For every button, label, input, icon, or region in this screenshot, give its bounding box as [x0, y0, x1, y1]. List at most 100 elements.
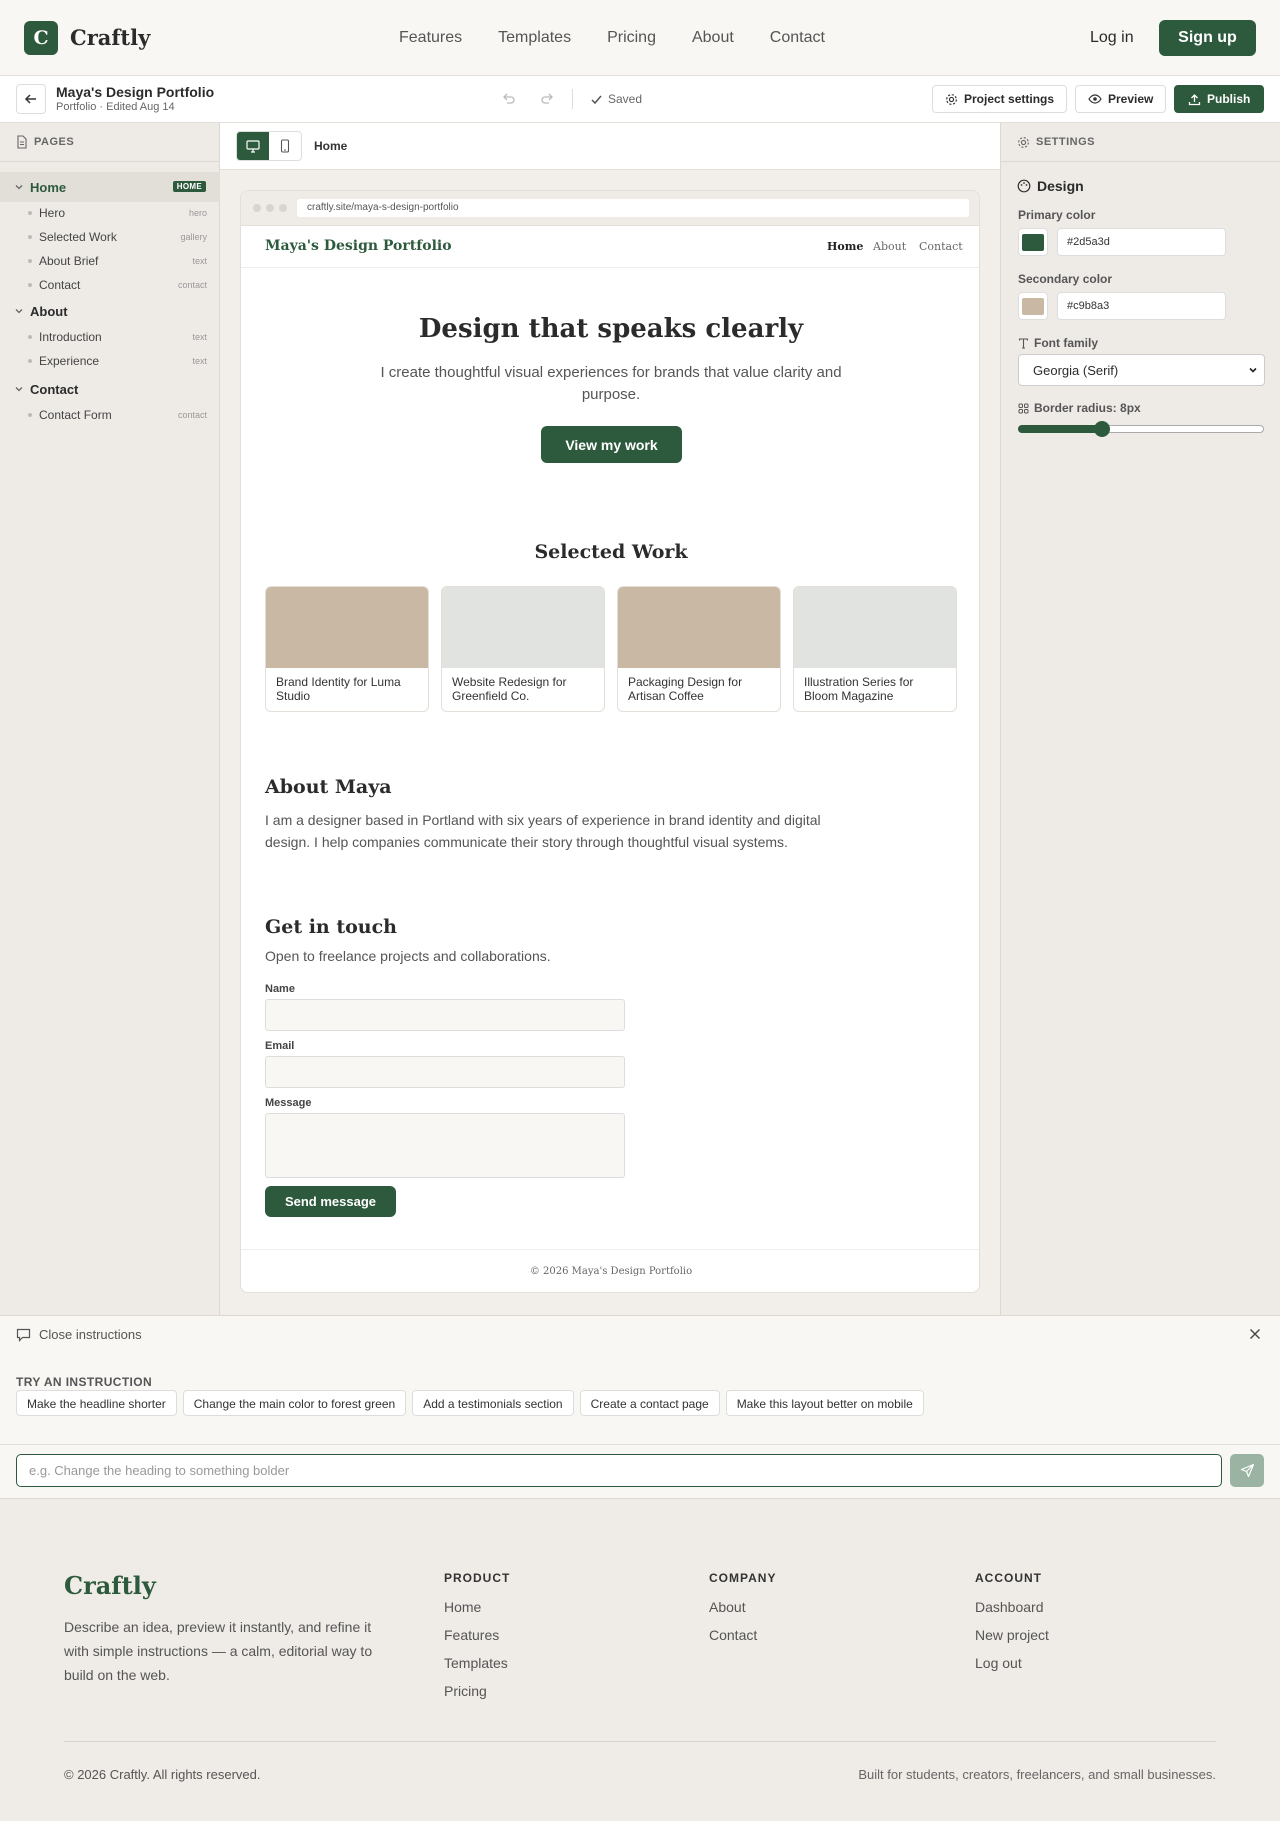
nav-link-templates[interactable]: Templates — [498, 29, 571, 47]
signup-button[interactable]: Sign up — [1159, 20, 1256, 56]
footer-link[interactable]: Dashboard — [975, 1599, 1049, 1615]
instruction-chip[interactable]: Make the headline shorter — [16, 1390, 177, 1416]
mobile-view-button[interactable] — [269, 132, 301, 160]
nav-link-features[interactable]: Features — [399, 29, 462, 47]
logo-mark[interactable]: C — [24, 20, 58, 55]
site-nav-home[interactable]: Home — [827, 240, 863, 253]
section-item[interactable]: Selected Work gallery — [0, 226, 220, 248]
monitor-icon — [246, 139, 260, 153]
work-title[interactable]: Selected Work — [241, 541, 979, 563]
page-item-about[interactable]: About — [0, 296, 220, 326]
swatch-fill — [1022, 297, 1044, 315]
page-item-home[interactable]: Home HOME — [0, 172, 220, 202]
palette-icon — [1017, 179, 1031, 193]
section-type: text — [192, 332, 207, 342]
send-instruction-button[interactable] — [1230, 1454, 1264, 1487]
footer-link[interactable]: Home — [444, 1599, 510, 1615]
preview-label: Preview — [1108, 92, 1154, 106]
footer-link[interactable]: Features — [444, 1627, 510, 1643]
chevron-down-icon[interactable] — [14, 182, 24, 192]
chevron-down-icon[interactable] — [14, 384, 24, 394]
redo-icon[interactable] — [540, 92, 554, 106]
close-icon[interactable] — [1249, 1328, 1261, 1340]
message-field[interactable] — [265, 1113, 625, 1178]
view-work-button[interactable]: View my work — [541, 426, 682, 463]
section-item[interactable]: About Brief text — [0, 250, 220, 272]
site-nav-about[interactable]: About — [873, 240, 906, 253]
bullet-dot — [28, 259, 32, 263]
hero-subtitle[interactable]: I create thoughtful visual experiences f… — [371, 362, 851, 406]
secondary-color-input[interactable]: #c9b8a3 — [1057, 292, 1226, 320]
chevron-down-icon — [1249, 367, 1257, 373]
brand-name[interactable]: Craftly — [70, 25, 150, 50]
toolbar-divider — [572, 89, 573, 109]
contact-subtitle[interactable]: Open to freelance projects and collabora… — [265, 948, 551, 964]
footer-link[interactable]: Log out — [975, 1655, 1049, 1671]
footer-link[interactable]: New project — [975, 1627, 1049, 1643]
section-type: hero — [188, 208, 207, 218]
desktop-view-button[interactable] — [237, 132, 269, 160]
instruction-chip[interactable]: Change the main color to forest green — [182, 1390, 407, 1416]
gear-icon — [946, 93, 957, 105]
instruction-chip[interactable]: Create a contact page — [579, 1390, 720, 1416]
footer-tagline: Built for students, creators, freelancer… — [858, 1767, 1216, 1782]
back-button[interactable] — [16, 84, 46, 114]
work-card[interactable]: Packaging Design for Artisan Coffee — [617, 586, 781, 712]
close-instructions-toggle[interactable]: Close instructions — [16, 1327, 142, 1342]
page-item-contact[interactable]: Contact — [0, 374, 220, 404]
name-field[interactable] — [265, 999, 625, 1031]
nav-link-pricing[interactable]: Pricing — [607, 29, 656, 47]
message-label: Message — [265, 1097, 312, 1109]
publish-button[interactable]: Publish — [1174, 85, 1265, 113]
primary-color-swatch[interactable] — [1018, 228, 1048, 256]
email-field[interactable] — [265, 1056, 625, 1088]
site-nav-contact[interactable]: Contact — [919, 240, 963, 253]
primary-color-input[interactable]: #2d5a3d — [1057, 228, 1226, 256]
nav-link-about[interactable]: About — [692, 29, 734, 47]
eye-icon — [1088, 94, 1102, 104]
section-item[interactable]: Introduction text — [0, 326, 220, 348]
project-meta: Portfolio · Edited Aug 14 — [56, 101, 175, 113]
font-family-select[interactable]: Georgia (Serif) — [1018, 354, 1265, 386]
footer-brand[interactable]: Craftly — [64, 1571, 156, 1600]
section-name: Selected Work — [39, 230, 117, 244]
work-card[interactable]: Brand Identity for Luma Studio — [265, 586, 429, 712]
slider-handle[interactable] — [1094, 421, 1110, 437]
section-item[interactable]: Hero hero — [0, 202, 220, 224]
about-text[interactable]: I am a designer based in Portland with s… — [265, 809, 835, 853]
instruction-chip[interactable]: Make this layout better on mobile — [725, 1390, 924, 1416]
preview-button[interactable]: Preview — [1075, 85, 1167, 113]
work-card[interactable]: Illustration Series for Bloom Magazine — [793, 586, 957, 712]
project-name: Maya's Design Portfolio — [56, 84, 215, 100]
section-item[interactable]: Contact contact — [0, 274, 220, 296]
instruction-input[interactable]: e.g. Change the heading to something bol… — [16, 1454, 1222, 1487]
page-label: Contact — [30, 381, 79, 397]
site-brand[interactable]: Maya's Design Portfolio — [265, 238, 452, 254]
footer-link[interactable]: About — [709, 1599, 776, 1615]
nav-link-contact[interactable]: Contact — [770, 29, 825, 47]
font-family-label-text: Font family — [1034, 336, 1099, 350]
border-radius-label: Border radius: 8px — [1018, 401, 1141, 415]
login-link[interactable]: Log in — [1090, 29, 1134, 47]
grid-icon — [1018, 403, 1029, 413]
phone-icon — [280, 139, 290, 153]
footer-link[interactable]: Contact — [709, 1627, 776, 1643]
work-card[interactable]: Website Redesign for Greenfield Co. — [441, 586, 605, 712]
section-item[interactable]: Experience text — [0, 350, 220, 372]
chevron-down-icon[interactable] — [14, 306, 24, 316]
bullet-dot — [28, 359, 32, 363]
footer-link[interactable]: Pricing — [444, 1683, 510, 1699]
instruction-chip[interactable]: Add a testimonials section — [412, 1390, 574, 1416]
send-message-button[interactable]: Send message — [265, 1186, 396, 1217]
undo-icon[interactable] — [502, 92, 516, 106]
slider-fill — [1018, 425, 1102, 433]
chat-icon — [16, 1328, 31, 1342]
contact-title[interactable]: Get in touch — [265, 916, 397, 938]
border-radius-label-text: Border radius: 8px — [1034, 401, 1141, 415]
hero-title[interactable]: Design that speaks clearly — [241, 314, 979, 344]
secondary-color-swatch[interactable] — [1018, 292, 1048, 320]
about-title[interactable]: About Maya — [265, 776, 392, 798]
project-settings-button[interactable]: Project settings — [932, 85, 1068, 113]
footer-link[interactable]: Templates — [444, 1655, 510, 1671]
section-item[interactable]: Contact Form contact — [0, 404, 220, 426]
